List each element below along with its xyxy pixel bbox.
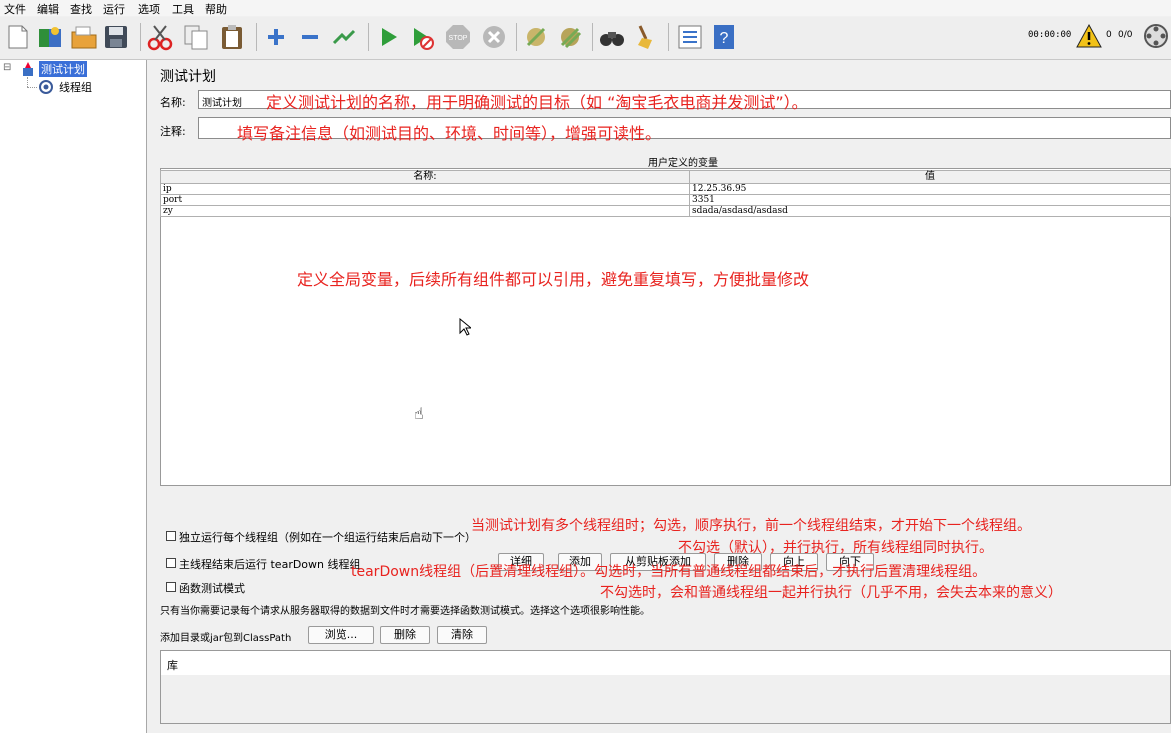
serial-thread-groups-label: 独立运行每个线程组（例如在一个组运行结束后启动下一个） (179, 531, 476, 544)
user-vars-title: 用户定义的变量 (648, 158, 718, 169)
functional-mode-note: 只有当你需要记录每个请求从服务器取得的数据到文件时才需要选择函数测试模式。选择这… (160, 606, 650, 617)
functional-mode-label: 函数测试模式 (179, 582, 245, 595)
clear-icon[interactable] (522, 23, 550, 51)
remote-status-icon (1144, 24, 1168, 48)
annotation-teardown-1: tearDown线程组（后置清理线程组）。勾选时，当所有普通线程组都结束后，才执… (351, 564, 987, 580)
open-folder-icon[interactable] (70, 23, 98, 51)
comment-label: 注释: (160, 125, 186, 138)
toggle-icon[interactable] (330, 23, 358, 51)
toolbar: STOP ? 00:00:00 0 0/0 (0, 17, 1171, 60)
annotation-serial-2: 不勾选（默认），并行执行，所有线程组同时执行。 (678, 540, 993, 556)
thread-group-icon (39, 80, 53, 94)
classpath-label: 添加目录或jar包到ClassPath (160, 633, 292, 644)
paste-icon[interactable] (218, 23, 246, 51)
library-header: 库 (167, 659, 178, 672)
menu-bar: 文件 编辑 查找 运行 选项 工具 帮助 (0, 0, 1171, 16)
var-name[interactable]: zy (160, 205, 690, 217)
elapsed-timer: 00:00:00 (1028, 30, 1072, 40)
name-label: 名称: (160, 96, 186, 109)
expand-plus-icon[interactable] (262, 23, 290, 51)
user-vars-table: 名称: 值 ip 12.25.36.95 port 3351 zy sdada/… (160, 170, 1171, 217)
annotation-vars: 定义全局变量，后续所有组件都可以引用，避免重复填写，方便批量修改 (297, 270, 810, 289)
test-plan-tree: ⊟ 测试计划 线程组 (0, 60, 147, 733)
tree-item-test-plan[interactable]: 测试计划 (39, 61, 87, 77)
search-binoculars-icon[interactable] (598, 23, 626, 51)
start-icon[interactable] (374, 23, 402, 51)
mouse-pointer-icon (459, 318, 471, 336)
table-row[interactable]: zy sdada/asdasd/asdasd (160, 205, 1171, 217)
teardown-label: 主线程结束后运行 tearDown 线程组 (179, 558, 361, 571)
browse-button[interactable]: 浏览... (308, 626, 374, 644)
classpath-clear-button[interactable]: 清除 (437, 626, 487, 644)
help-icon[interactable]: ? (710, 23, 738, 51)
annotation-name: 定义测试计划的名称，用于明确测试的目标（如 “淘宝毛衣电商并发测试”）。 (266, 93, 808, 112)
copy-icon[interactable] (182, 23, 210, 51)
var-name[interactable]: ip (160, 183, 690, 195)
annotation-comment: 填写备注信息（如测试目的、环境、时间等），增强可读性。 (237, 124, 662, 143)
menu-file[interactable]: 文件 (4, 1, 26, 17)
start-no-pauses-icon[interactable] (408, 23, 436, 51)
test-plan-icon (23, 62, 33, 76)
col-header-name[interactable]: 名称: (160, 170, 690, 184)
tree-item-thread-group[interactable]: 线程组 (59, 79, 92, 95)
svg-text:?: ? (720, 30, 729, 47)
var-value[interactable]: sdada/asdasd/asdasd (689, 205, 1171, 217)
save-icon[interactable] (102, 23, 130, 51)
collapse-minus-icon[interactable] (296, 23, 324, 51)
library-list[interactable]: 库 (160, 650, 1171, 724)
menu-tools[interactable]: 工具 (172, 1, 194, 17)
menu-edit[interactable]: 编辑 (37, 1, 59, 17)
serial-thread-groups-checkbox[interactable] (166, 531, 176, 541)
clear-all-icon[interactable] (556, 23, 584, 51)
var-value[interactable]: 12.25.36.95 (689, 183, 1171, 195)
reset-broom-icon[interactable] (632, 23, 660, 51)
menu-options[interactable]: 选项 (138, 1, 160, 17)
cut-icon[interactable] (146, 23, 174, 51)
stop-icon[interactable]: STOP (444, 23, 472, 51)
table-header-row: 名称: 值 (160, 170, 1171, 184)
annotation-serial-1: 当测试计划有多个线程组时；勾选，顺序执行，前一个线程组结束，才开始下一个线程组。 (471, 518, 1031, 534)
function-helper-icon[interactable] (676, 23, 704, 51)
collapse-node-icon[interactable]: ⊟ (3, 62, 11, 73)
warning-icon[interactable] (1076, 23, 1102, 49)
col-header-value[interactable]: 值 (689, 170, 1171, 184)
table-row[interactable]: ip 12.25.36.95 (160, 183, 1171, 195)
classpath-delete-button[interactable]: 删除 (380, 626, 430, 644)
menu-help[interactable]: 帮助 (205, 1, 227, 17)
test-plan-panel: 测试计划 名称: 测试计划 注释: 用户定义的变量 名称: 值 ip 12.25… (148, 60, 1171, 733)
teardown-checkbox[interactable] (166, 558, 176, 568)
shutdown-icon[interactable] (480, 23, 508, 51)
hand-cursor-icon: ☝ (414, 404, 424, 423)
active-threads: 0/0 (1118, 30, 1133, 40)
var-value[interactable]: 3351 (689, 194, 1171, 206)
functional-mode-checkbox[interactable] (166, 582, 176, 592)
panel-title: 测试计划 (160, 69, 216, 85)
templates-icon[interactable] (36, 23, 64, 51)
warning-count: 0 (1106, 30, 1112, 40)
svg-text:STOP: STOP (449, 35, 468, 42)
table-row[interactable]: port 3351 (160, 194, 1171, 206)
menu-find[interactable]: 查找 (70, 1, 92, 17)
annotation-teardown-2: 不勾选时，会和普通线程组一起并行执行（几乎不用，会失去本来的意义） (600, 585, 1062, 601)
var-name[interactable]: port (160, 194, 690, 206)
name-input-value: 测试计划 (202, 98, 242, 109)
menu-run[interactable]: 运行 (103, 1, 125, 17)
new-file-icon[interactable] (4, 23, 32, 51)
